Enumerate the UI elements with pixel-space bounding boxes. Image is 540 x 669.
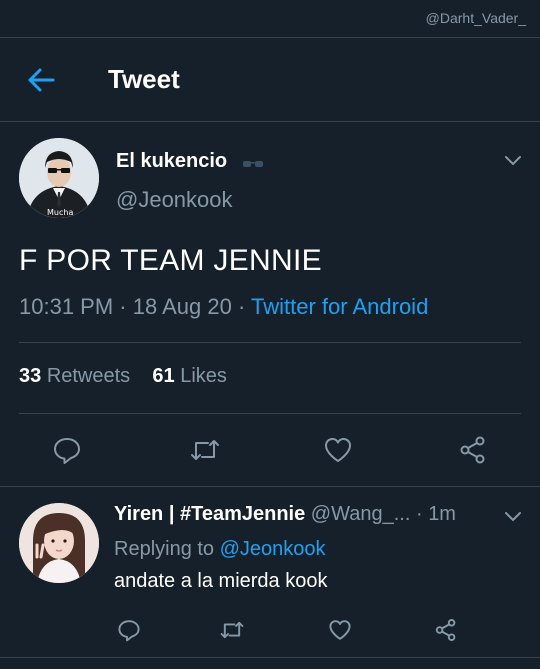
likes-stat[interactable]: 61 Likes [152, 365, 227, 387]
like-icon[interactable] [323, 435, 353, 470]
retweets-stat[interactable]: 33 Retweets [19, 365, 130, 387]
retweets-count: 33 [19, 365, 42, 387]
reply-time: 1m [428, 503, 456, 525]
likes-label: Likes [180, 365, 227, 387]
retweet-icon[interactable] [188, 435, 222, 470]
replying-mention-link[interactable]: @Jeonkook [220, 538, 326, 560]
reply-author-handle[interactable]: @Wang_... [311, 503, 411, 525]
retweet-icon[interactable] [218, 618, 246, 647]
tweet-text: F POR TEAM JENNIE [19, 244, 322, 277]
tweet-stats: 33 Retweets 61 Likes [19, 365, 227, 388]
reply-header: Yiren | #TeamJennie @Wang_... · 1m [114, 503, 456, 526]
author-handle[interactable]: @Jeonkook [116, 187, 233, 213]
tweet-source-link[interactable]: Twitter for Android [251, 294, 428, 319]
bottom-divider [0, 657, 540, 658]
reply-author-avatar[interactable] [19, 503, 99, 583]
share-icon[interactable] [434, 618, 458, 647]
divider [19, 342, 521, 343]
like-icon[interactable] [328, 618, 352, 647]
author-avatar[interactable]: Mucha [19, 138, 99, 218]
likes-count: 61 [152, 365, 175, 387]
page-title: Tweet [108, 64, 180, 94]
tweet-time: 10:31 PM [19, 294, 114, 319]
divider [19, 413, 521, 414]
share-icon[interactable] [458, 435, 488, 470]
section-divider [0, 486, 540, 487]
avatar-caption: Mucha [47, 208, 73, 217]
header: Tweet [0, 38, 540, 122]
reply-text: andate a la mierda kook [114, 570, 328, 592]
watermark: @Darht_Vader_ [425, 10, 526, 26]
chevron-down-icon[interactable] [504, 510, 522, 522]
meta-separator: · [410, 503, 429, 525]
sunglasses-icon [242, 157, 264, 172]
retweets-label: Retweets [46, 365, 131, 387]
tweet-meta: 10:31 PM · 18 Aug 20 · Twitter for Andro… [19, 294, 428, 320]
back-arrow-icon[interactable] [26, 67, 56, 93]
author-name[interactable]: El kukencio [116, 150, 227, 173]
meta-separator: · [231, 294, 251, 319]
chevron-down-icon[interactable] [504, 154, 522, 166]
replying-label: Replying to [114, 538, 215, 560]
reply-author-name[interactable]: Yiren | #TeamJennie [114, 503, 305, 525]
reply-icon[interactable] [117, 618, 141, 647]
meta-separator: · [113, 294, 133, 319]
reply-icon[interactable] [52, 435, 82, 470]
replying-to: Replying to @Jeonkook [114, 538, 326, 561]
tweet-date: 18 Aug 20 [132, 294, 232, 319]
